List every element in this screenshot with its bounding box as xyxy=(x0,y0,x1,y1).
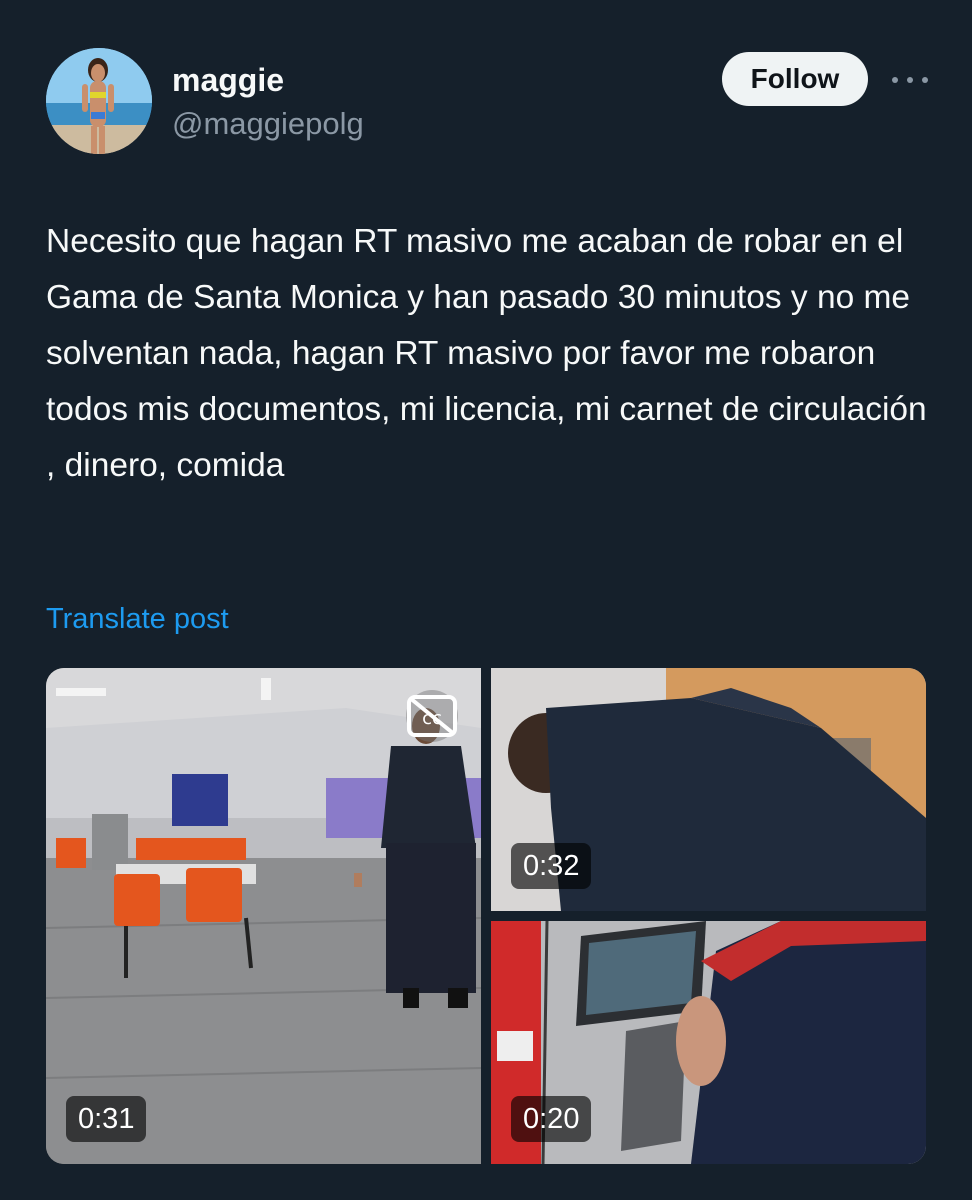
video-thumbnail-1[interactable]: cc 0:31 xyxy=(46,668,481,1164)
author-display-name[interactable]: maggie xyxy=(172,62,284,99)
captions-icon[interactable]: cc xyxy=(406,690,458,742)
video-duration: 0:32 xyxy=(511,843,592,889)
video-duration: 0:20 xyxy=(511,1096,592,1142)
post-text: Necesito que hagan RT masivo me acaban d… xyxy=(46,223,927,484)
video-duration: 0:31 xyxy=(66,1096,147,1142)
video-thumbnail-3[interactable]: 0:20 xyxy=(491,921,926,1164)
author-avatar[interactable] xyxy=(46,48,152,154)
cafeteria-scene-image xyxy=(46,668,481,1164)
media-grid: cc 0:31 0:32 0 xyxy=(46,668,926,1164)
author-handle[interactable]: @maggiepolg xyxy=(172,106,364,142)
post-header: maggie @maggiepolg Follow xyxy=(46,48,928,158)
avatar-photo xyxy=(46,48,152,154)
follow-button[interactable]: Follow xyxy=(722,52,868,106)
more-horizontal-icon[interactable] xyxy=(892,68,928,92)
video-thumbnail-2[interactable]: 0:32 xyxy=(491,668,926,911)
translate-post-link[interactable]: Translate post xyxy=(46,603,229,636)
